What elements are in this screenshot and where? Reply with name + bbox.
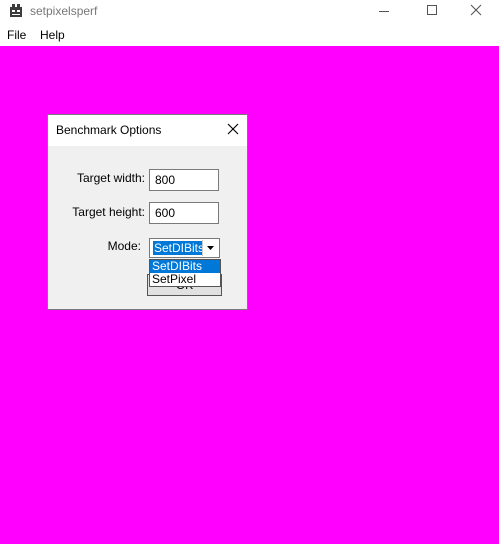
target-height-label: Target height: [72,205,145,219]
minimize-button[interactable] [360,0,406,24]
close-button[interactable] [453,0,499,24]
window-title: setpixelsperf [30,4,98,18]
benchmark-options-dialog: Benchmark Options Target width: Target h… [47,114,248,310]
dropdown-toggle-button[interactable] [202,240,218,256]
close-icon [470,4,482,16]
menu-file[interactable]: File [7,28,26,42]
dialog-close-button[interactable] [220,117,246,143]
window-titlebar[interactable]: setpixelsperf [0,0,499,24]
dialog-title: Benchmark Options [56,123,162,137]
mode-select[interactable]: SetDIBits [149,238,220,258]
maximize-button[interactable] [407,0,453,24]
maximize-icon [427,5,437,15]
minimize-icon [379,11,389,12]
target-width-field[interactable] [149,169,219,191]
app-icon [10,4,22,17]
target-height-field[interactable] [149,202,219,224]
mode-label: Mode: [107,239,141,253]
mode-selected-value: SetDIBits [151,240,207,256]
menu-help[interactable]: Help [40,28,65,42]
mode-option-setpixel[interactable]: SetPixel [150,273,220,286]
close-icon [227,123,239,135]
mode-dropdown-list: SetDIBits SetPixel [149,259,221,287]
chevron-down-icon [207,246,214,250]
dialog-titlebar[interactable]: Benchmark Options [48,115,247,146]
menubar: File Help [0,25,499,45]
target-width-label: Target width: [76,171,145,185]
